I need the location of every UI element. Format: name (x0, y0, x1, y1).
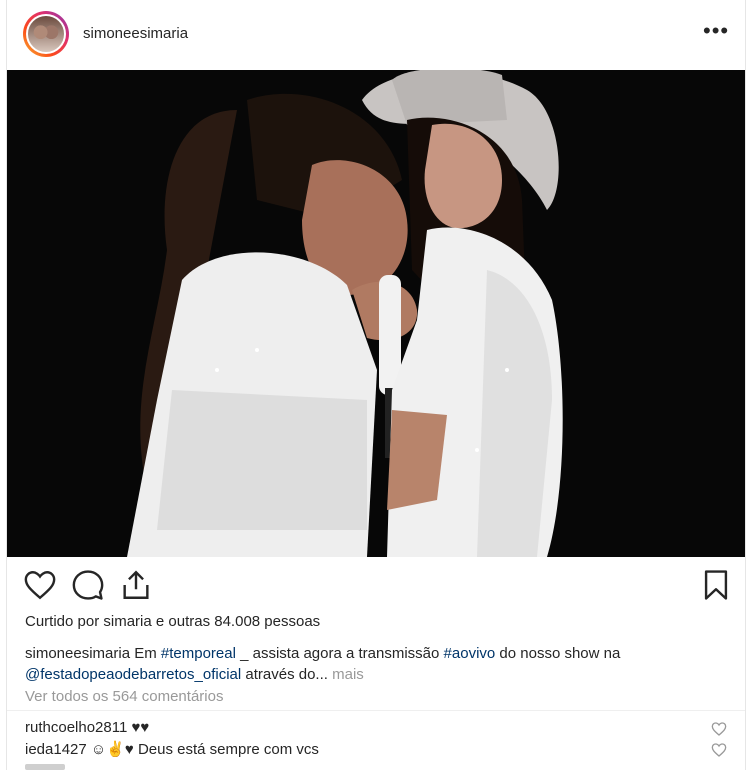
share-icon[interactable] (119, 568, 153, 602)
caption-text-2: _ assista agora a transmissão (235, 645, 444, 662)
post-photo[interactable] (7, 70, 745, 557)
action-bar (7, 566, 745, 606)
likes-count[interactable]: Curtido por simaria e outras 84.008 pess… (25, 613, 320, 630)
more-options-icon[interactable]: ••• (703, 18, 729, 44)
caption-username[interactable]: simoneesimaria (25, 645, 130, 662)
hashtag-temporeal[interactable]: #temporeal (161, 645, 236, 662)
divider (7, 710, 745, 711)
comment-text: ♥♥ (127, 719, 150, 736)
post-header: simoneesimaria ••• (7, 0, 745, 68)
like-heart-icon[interactable] (23, 568, 57, 602)
comment-item: ruthcoelho2811 ♥♥ (25, 719, 715, 736)
caption-text-1: Em (130, 645, 161, 662)
comment-like-icon[interactable] (711, 742, 727, 758)
bookmark-icon[interactable] (699, 568, 733, 602)
comment-text: ☺✌♥ Deus está sempre com vcs (86, 741, 319, 758)
view-all-comments-link[interactable]: Ver todos os 564 comentários (25, 688, 223, 705)
post-username[interactable]: simoneesimaria (83, 25, 188, 42)
post-card: simoneesimaria ••• Curtido por simaria e… (6, 0, 746, 770)
mention-festadopeao[interactable]: @festadopeaodebarretos_oficial (25, 666, 241, 683)
comment-item: ieda1427 ☺✌♥ Deus está sempre com vcs (25, 740, 715, 758)
caption-text-4: através do... (241, 666, 328, 683)
caption-more-link[interactable]: mais (328, 666, 364, 683)
truncated-timestamp (25, 764, 65, 770)
avatar-image (26, 14, 66, 54)
avatar[interactable] (23, 11, 69, 57)
comment-like-icon[interactable] (711, 721, 727, 737)
comment-username[interactable]: ieda1427 (25, 741, 87, 758)
hashtag-aovivo[interactable]: #aovivo (444, 645, 496, 662)
caption-text-3: do nosso show na (495, 645, 621, 662)
comment-icon[interactable] (71, 568, 105, 602)
post-caption: simoneesimaria Em #temporeal _ assista a… (25, 643, 715, 685)
comment-username[interactable]: ruthcoelho2811 (25, 719, 127, 736)
